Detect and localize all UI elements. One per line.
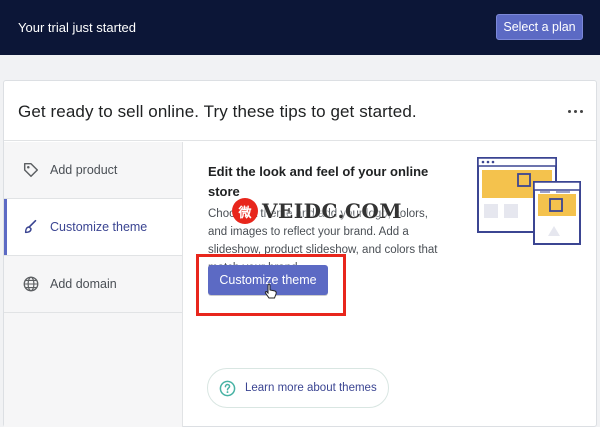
- tip-heading: Edit the look and feel of your online st…: [208, 164, 429, 199]
- sidebar-item-add-product[interactable]: Add product: [4, 142, 182, 199]
- sidebar-item-label: Add product: [50, 163, 118, 177]
- top-bar: Your trial just started Select a plan: [0, 0, 600, 55]
- trial-status-text: Your trial just started: [18, 20, 137, 35]
- globe-icon: [23, 276, 39, 292]
- card-header: Get ready to sell online. Try these tips…: [4, 81, 596, 141]
- learn-more-themes-link[interactable]: Learn more about themes: [207, 368, 389, 408]
- brush-icon: [24, 219, 37, 234]
- tag-icon: [23, 162, 39, 178]
- learn-more-label: Learn more about themes: [245, 382, 377, 394]
- sidebar-item-label: Add domain: [50, 277, 117, 291]
- sidebar-item-add-domain[interactable]: Add domain: [4, 256, 182, 313]
- card-title: Get ready to sell online. Try these tips…: [18, 102, 417, 121]
- sidebar-item-label: Customize theme: [50, 220, 148, 234]
- tips-sidebar: Add product Customize theme Add domain: [4, 142, 183, 427]
- theme-illustration: [477, 157, 581, 245]
- hand-cursor-icon: [264, 283, 277, 299]
- select-plan-button[interactable]: Select a plan: [496, 14, 583, 40]
- more-actions-icon[interactable]: [564, 105, 586, 117]
- sidebar-item-customize-theme[interactable]: Customize theme: [4, 199, 182, 256]
- help-circle-icon: [219, 380, 236, 397]
